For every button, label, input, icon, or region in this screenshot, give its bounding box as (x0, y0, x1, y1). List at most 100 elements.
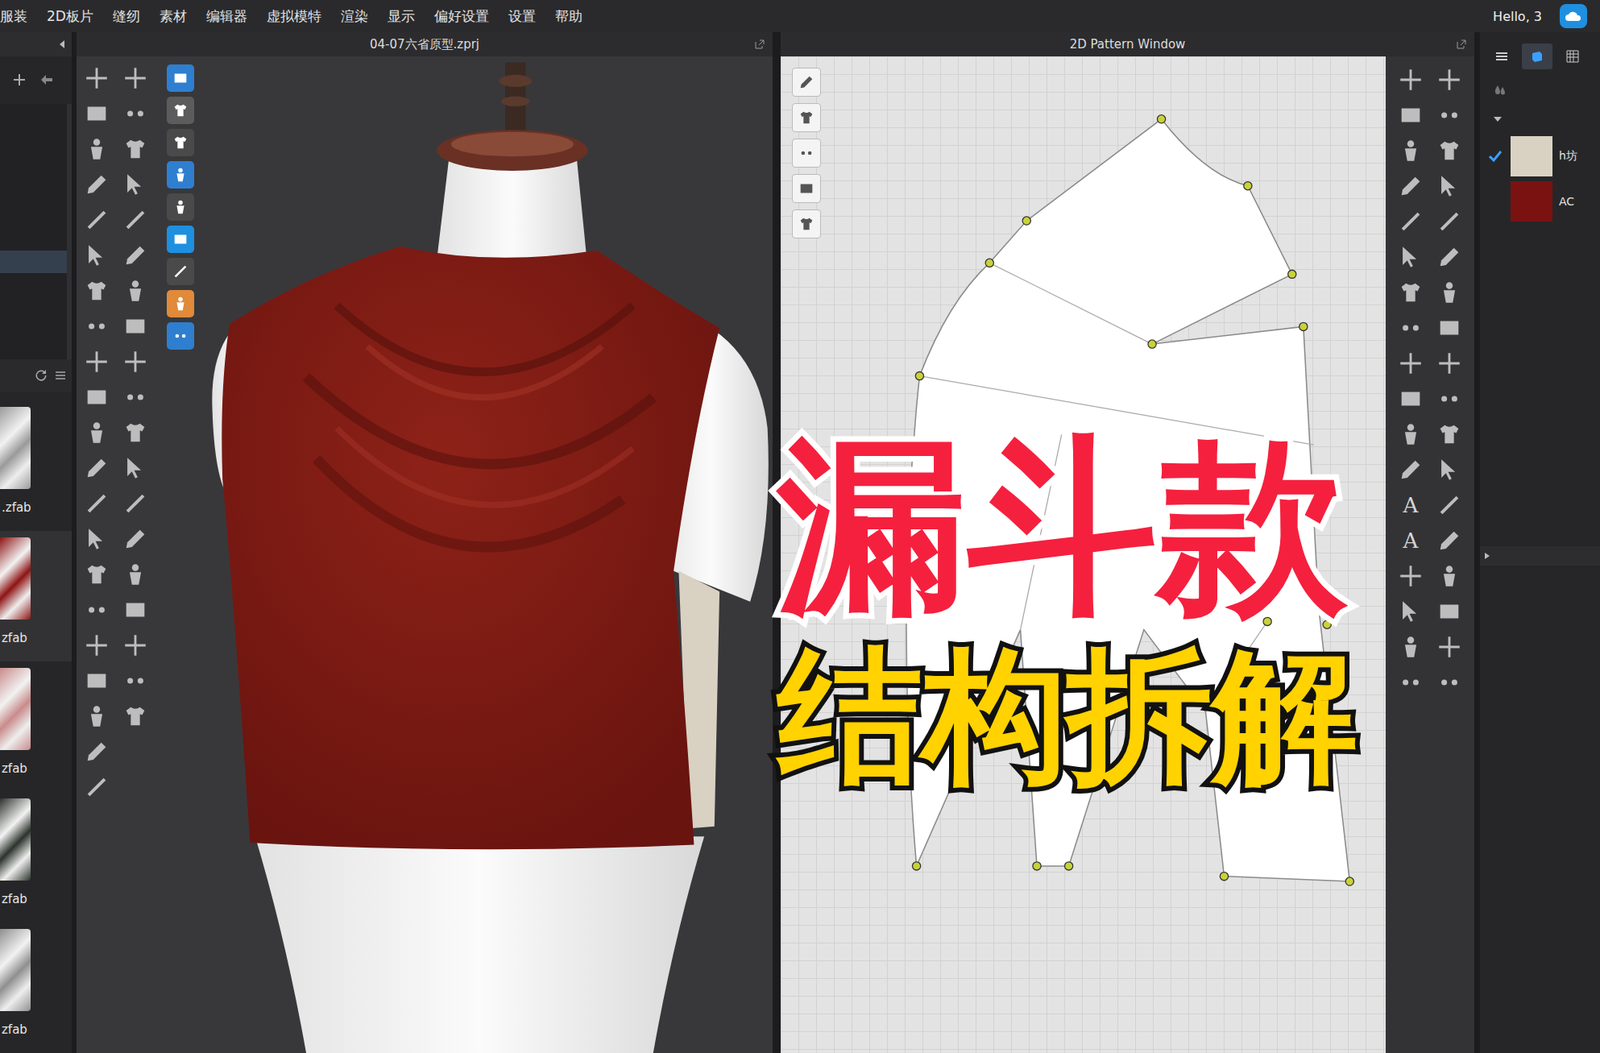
menu-item[interactable]: 素材 (159, 7, 187, 26)
panel-icon[interactable] (166, 225, 195, 253)
buttons-icon[interactable] (1435, 668, 1464, 697)
text-tool[interactable]: A (1403, 491, 1419, 519)
pointer-icon[interactable] (1396, 597, 1425, 626)
pencil-icon[interactable] (121, 241, 150, 270)
panel-icon[interactable] (791, 174, 821, 204)
pencil-icon[interactable] (82, 737, 111, 766)
buttons-icon[interactable] (791, 138, 821, 168)
library-item[interactable]: zfab (0, 791, 72, 923)
move-icon[interactable] (82, 631, 111, 660)
garment-icon[interactable] (791, 103, 821, 133)
menu-item[interactable]: 显示 (387, 7, 415, 26)
garment-icon[interactable] (1435, 420, 1464, 448)
segment-icon[interactable] (121, 206, 150, 234)
buttons-icon[interactable] (82, 312, 111, 340)
move-icon[interactable] (1396, 349, 1425, 378)
avatar-icon[interactable] (166, 161, 195, 189)
pencil-icon[interactable] (121, 525, 150, 553)
tree-row[interactable] (0, 250, 67, 274)
panel-icon[interactable] (1435, 314, 1464, 342)
segment-icon[interactable] (82, 773, 111, 801)
avatar-icon[interactable] (121, 277, 150, 305)
panel-icon[interactable] (121, 596, 150, 624)
garment-icon[interactable] (121, 135, 150, 163)
user-greeting[interactable]: Hello, 3 (1492, 8, 1542, 25)
move-icon[interactable] (121, 348, 150, 376)
popout-icon[interactable] (754, 39, 765, 50)
panel-icon[interactable] (82, 99, 111, 128)
pointer-icon[interactable] (1435, 455, 1464, 484)
garment-icon[interactable] (166, 128, 195, 157)
browser-tab[interactable] (1486, 43, 1518, 70)
droplet-icon[interactable] (1492, 82, 1508, 98)
pointer-icon[interactable] (121, 454, 150, 482)
avatar-icon[interactable] (1435, 562, 1464, 590)
add-icon[interactable] (11, 71, 28, 88)
pencil-icon[interactable] (1396, 455, 1425, 484)
pointer-icon[interactable] (82, 525, 111, 553)
buttons-icon[interactable] (166, 322, 195, 350)
garment-icon[interactable] (1396, 278, 1425, 307)
avatar-icon[interactable] (1396, 136, 1425, 165)
menu-item[interactable]: 偏好设置 (434, 7, 490, 26)
avatar-icon[interactable] (1435, 278, 1464, 307)
garment-icon[interactable] (121, 702, 150, 730)
panel-icon[interactable] (82, 667, 111, 695)
pencil-icon[interactable] (1435, 243, 1464, 271)
pattern-canvas[interactable] (780, 56, 1386, 1053)
pencil-icon[interactable] (82, 454, 111, 482)
pencil-icon[interactable] (791, 67, 821, 97)
move-icon[interactable] (1396, 562, 1425, 590)
buttons-icon[interactable] (1396, 314, 1425, 342)
segment-icon[interactable] (82, 206, 111, 234)
panel-icon[interactable] (166, 64, 195, 92)
library-item[interactable]: zfab (0, 922, 72, 1053)
pencil-icon[interactable] (1435, 526, 1464, 555)
tree-row[interactable] (0, 189, 67, 212)
move-icon[interactable] (1396, 66, 1425, 94)
panel-icon[interactable] (82, 383, 111, 411)
avatar-icon[interactable] (121, 560, 150, 589)
pointer-icon[interactable] (1396, 243, 1425, 271)
segment-icon[interactable] (121, 489, 150, 518)
buttons-icon[interactable] (82, 596, 111, 624)
pencil-icon[interactable] (1396, 172, 1425, 200)
menu-item[interactable]: 服装 (0, 7, 28, 26)
buttons-icon[interactable] (121, 667, 150, 695)
menu-item[interactable]: 帮助 (555, 7, 583, 26)
back-icon[interactable] (38, 71, 55, 88)
pointer-icon[interactable] (82, 241, 111, 270)
segment-icon[interactable] (1435, 491, 1464, 519)
menu-item[interactable]: 虚拟模特 (266, 7, 322, 26)
avatar-icon[interactable] (82, 135, 111, 163)
buttons-icon[interactable] (1435, 101, 1464, 129)
menu-item[interactable]: 编辑器 (206, 7, 248, 26)
menu-item[interactable]: 缝纫 (112, 7, 141, 26)
garment-icon[interactable] (82, 277, 111, 305)
fabric-row[interactable]: AC (1479, 178, 1600, 224)
expand-icon[interactable] (1492, 115, 1503, 124)
panel-icon[interactable] (1396, 101, 1425, 129)
buttons-icon[interactable] (121, 99, 150, 128)
pencil-icon[interactable] (82, 170, 111, 199)
browser-tab[interactable] (1557, 43, 1588, 70)
move-icon[interactable] (1435, 633, 1464, 661)
collapse-icon[interactable] (1483, 551, 1492, 560)
garment-icon[interactable] (1435, 136, 1464, 165)
move-icon[interactable] (121, 64, 150, 92)
library-item[interactable]: zfab (0, 530, 72, 662)
avatar-icon[interactable] (82, 702, 111, 730)
pointer-icon[interactable] (121, 170, 150, 199)
library-item[interactable]: .zfab (0, 400, 72, 531)
segment-icon[interactable] (166, 257, 195, 286)
pointer-icon[interactable] (1435, 172, 1464, 200)
segment-icon[interactable] (1435, 207, 1464, 236)
segment-icon[interactable] (1396, 207, 1425, 236)
refresh-icon[interactable] (34, 368, 48, 382)
move-icon[interactable] (1435, 66, 1464, 94)
cloud-icon[interactable] (1559, 4, 1588, 29)
menu-item[interactable]: 2D板片 (46, 7, 94, 26)
panel-icon[interactable] (121, 312, 150, 340)
menu-item[interactable]: 渲染 (340, 7, 369, 26)
buttons-icon[interactable] (1435, 385, 1464, 413)
